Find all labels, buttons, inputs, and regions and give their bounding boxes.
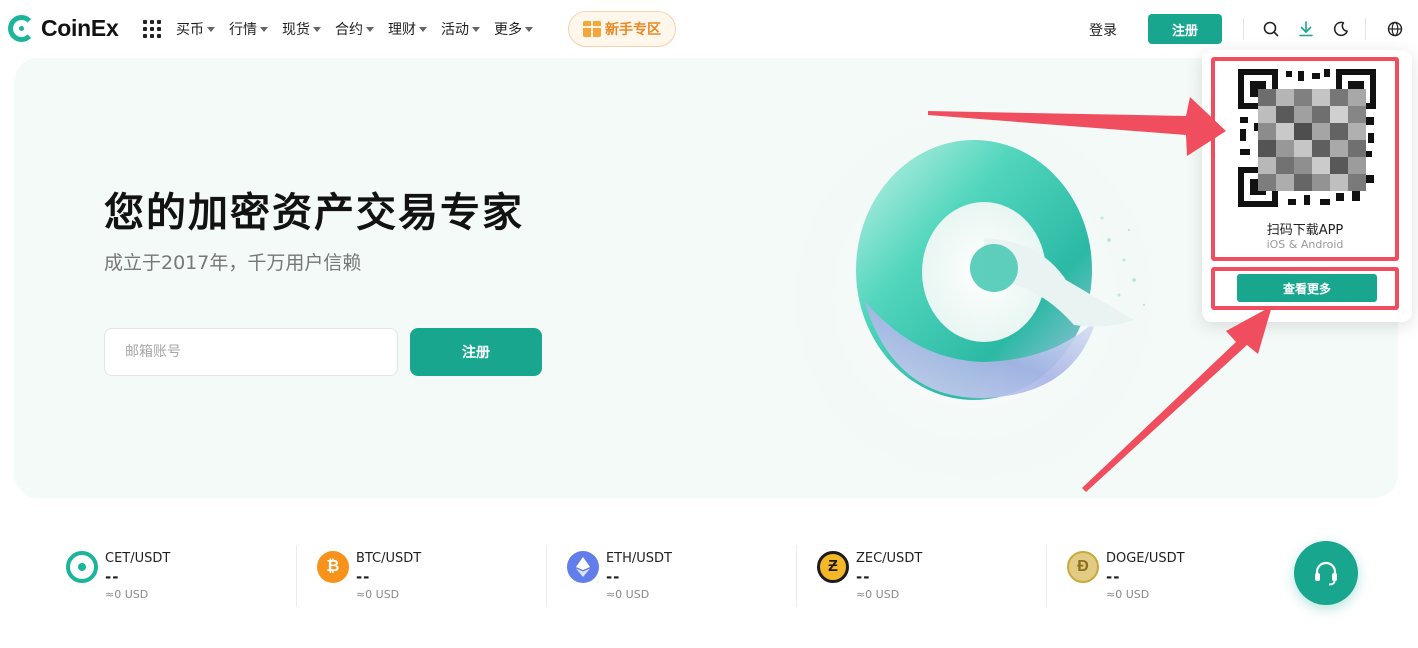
chevron-down-icon xyxy=(207,26,215,32)
ticker-price: -- xyxy=(105,568,120,586)
ticker-price: -- xyxy=(1105,568,1121,586)
nav-item-spot[interactable]: 现货 xyxy=(282,19,321,39)
ticker-item[interactable]: Ƶ ZEC/USDT -- ≈0 USD xyxy=(795,545,1046,607)
moon-icon[interactable] xyxy=(1331,19,1351,39)
ticker-usd: ≈0 USD xyxy=(605,588,650,601)
newbie-zone-button[interactable]: 新手专区 xyxy=(568,11,676,47)
hero-banner: 您的加密资产交易专家 成立于2017年，千万用户信赖 注册 xyxy=(14,58,1398,498)
hero-title: 您的加密资产交易专家 xyxy=(104,190,524,236)
ticker-pair: ZEC/USDT xyxy=(855,551,923,566)
eth-icon xyxy=(566,551,599,583)
ticker-usd: ≈0 USD xyxy=(855,588,900,601)
download-icon[interactable] xyxy=(1296,19,1316,39)
ticker-pair: CET/USDT xyxy=(105,551,171,566)
ticker-pair: DOGE/USDT xyxy=(1105,551,1185,566)
ticker-price: -- xyxy=(855,568,871,586)
ticker-usd: ≈0 USD xyxy=(105,588,149,601)
globe-icon[interactable] xyxy=(1385,19,1405,39)
ticker-price: -- xyxy=(605,568,621,586)
ticker-strip: CET/USDT -- ≈0 USD ₿ BTC/USDT -- ≈0 USD … xyxy=(46,545,1296,607)
nav-item-buy-crypto[interactable]: 买币 xyxy=(176,19,215,39)
customer-support-button[interactable] xyxy=(1294,541,1358,605)
gift-icon xyxy=(583,21,601,37)
main-nav: 买币 行情 现货 合约 理财 活动 更多 xyxy=(176,19,547,39)
cet-icon xyxy=(66,551,98,583)
search-icon[interactable] xyxy=(1261,19,1281,39)
doge-icon: Ð xyxy=(1066,551,1099,583)
ticker-item[interactable]: ₿ BTC/USDT -- ≈0 USD xyxy=(295,545,546,607)
ticker-usd: ≈0 USD xyxy=(355,588,400,601)
register-button[interactable]: 注册 xyxy=(1148,14,1222,44)
apps-grid-icon[interactable] xyxy=(143,20,161,38)
highlight-box-button xyxy=(1211,267,1399,310)
ticker-item[interactable]: Ð DOGE/USDT -- ≈0 USD xyxy=(1045,545,1296,607)
zec-icon: Ƶ xyxy=(816,551,849,583)
chevron-down-icon xyxy=(313,26,321,32)
header-divider xyxy=(1243,18,1244,40)
chevron-down-icon xyxy=(260,26,268,32)
hero-subtitle: 成立于2017年，千万用户信赖 xyxy=(104,252,362,274)
ticker-item[interactable]: ETH/USDT -- ≈0 USD xyxy=(545,545,796,607)
chevron-down-icon xyxy=(419,26,427,32)
nav-item-more[interactable]: 更多 xyxy=(494,19,533,39)
login-link[interactable]: 登录 xyxy=(1089,20,1117,40)
ticker-usd: ≈0 USD xyxy=(1105,588,1150,601)
coinex-3d-logo-icon xyxy=(856,140,1146,400)
ticker-pair: ETH/USDT xyxy=(605,551,672,566)
btc-icon: ₿ xyxy=(316,551,349,583)
headset-icon xyxy=(1315,561,1337,586)
nav-item-markets[interactable]: 行情 xyxy=(229,19,268,39)
hero-register-button[interactable]: 注册 xyxy=(410,328,542,376)
nav-item-futures[interactable]: 合约 xyxy=(335,19,374,39)
newbie-zone-label: 新手专区 xyxy=(605,22,661,38)
page: CoinEx 买币 行情 现货 合约 理财 活动 更多 新手专区 登录 注册 您… xyxy=(0,0,1418,648)
ticker-item[interactable]: CET/USDT -- ≈0 USD xyxy=(46,545,296,607)
coinex-logo[interactable]: CoinEx xyxy=(8,15,119,42)
nav-item-events[interactable]: 活动 xyxy=(441,19,480,39)
coinex-logo-icon xyxy=(8,15,35,42)
top-navbar: CoinEx 买币 行情 现货 合约 理财 活动 更多 新手专区 登录 注册 xyxy=(0,0,1418,58)
chevron-down-icon xyxy=(366,26,374,32)
logo-text: CoinEx xyxy=(41,15,119,41)
ticker-price: -- xyxy=(355,568,371,586)
chevron-down-icon xyxy=(472,26,480,32)
chevron-down-icon xyxy=(525,26,533,32)
header-divider xyxy=(1365,18,1366,40)
ticker-pair: BTC/USDT xyxy=(355,551,422,566)
nav-item-finance[interactable]: 理财 xyxy=(388,19,427,39)
email-input[interactable] xyxy=(104,328,398,376)
highlight-box-qr xyxy=(1211,57,1399,261)
